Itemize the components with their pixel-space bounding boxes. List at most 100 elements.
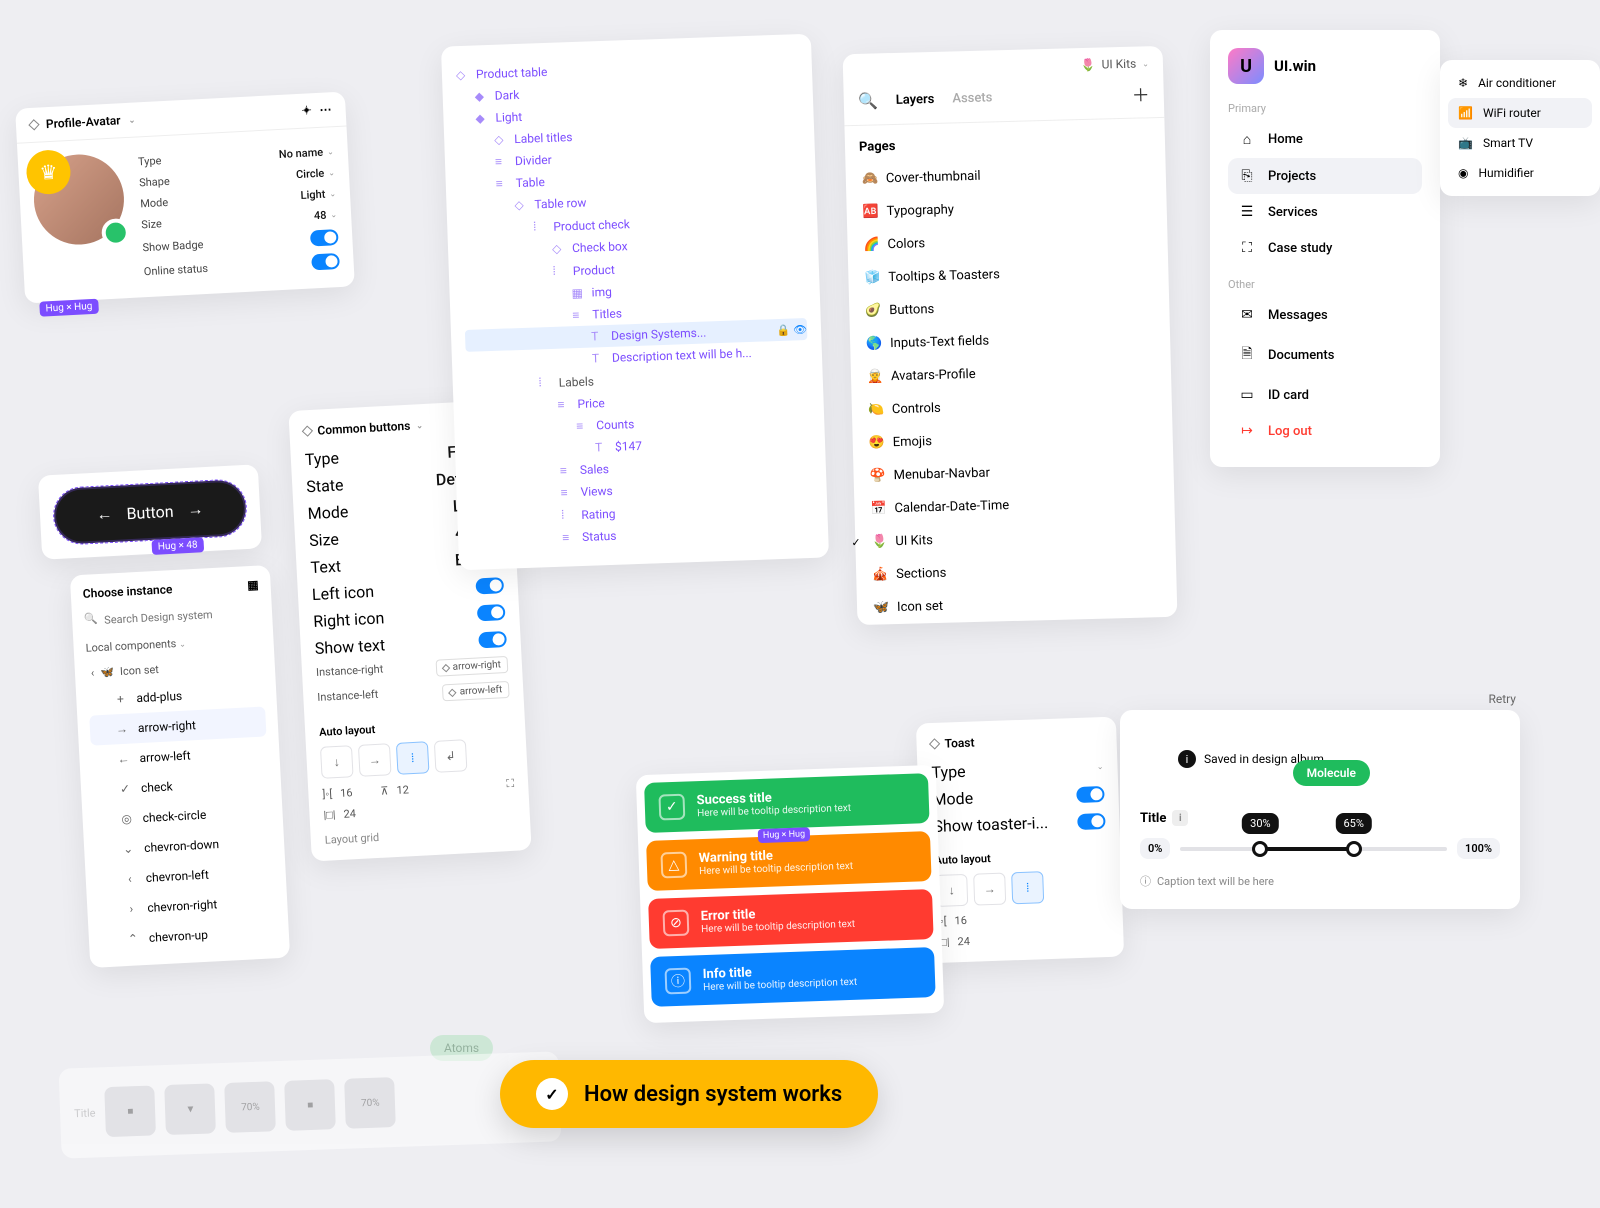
device-item[interactable]: 📶WiFi router xyxy=(1448,98,1592,128)
expand-icon[interactable]: ⛶ xyxy=(506,777,514,791)
gap-value[interactable]: 24 xyxy=(957,935,970,948)
app-logo[interactable]: U UI.win xyxy=(1228,48,1422,84)
sidebar-item-messages[interactable]: ✉Messages xyxy=(1228,297,1422,333)
page-emoji-icon: 🌷 xyxy=(871,534,888,549)
instance-left-select[interactable]: arrow-left xyxy=(442,681,509,701)
app-name: UI.win xyxy=(1274,57,1316,75)
show-toaster-toggle[interactable] xyxy=(1077,813,1106,830)
spacing-v-value[interactable]: 12 xyxy=(396,783,409,797)
left-icon-toggle[interactable] xyxy=(475,577,504,594)
device-item[interactable]: ◉Humidifier xyxy=(1448,158,1592,188)
size-select[interactable]: 48⌄ xyxy=(314,208,338,222)
button-preview[interactable]: ← Button → xyxy=(53,479,248,545)
layout-grid-label[interactable]: Layout grid xyxy=(325,824,517,847)
sidebar-item-home[interactable]: ⌂Home xyxy=(1228,121,1422,158)
sidebar-item-case-study[interactable]: ⛶Case study xyxy=(1228,230,1422,266)
ghost-item: ■ xyxy=(105,1085,157,1137)
type-select[interactable]: No name⌄ xyxy=(279,145,335,161)
nav-icon: ⛶ xyxy=(1238,240,1256,256)
show-text-toggle[interactable] xyxy=(478,630,507,647)
slider-title: Title xyxy=(1140,811,1166,826)
prop-label: Show text xyxy=(314,635,385,658)
mode-select[interactable]: Light⌄ xyxy=(300,187,336,202)
device-icon: 📺 xyxy=(1458,136,1473,150)
logout-icon: ↦ xyxy=(1238,423,1256,439)
uiwin-sidebar: U UI.win Primary ⌂Home⎘Projects☰Services… xyxy=(1210,30,1440,467)
spacing-h-value[interactable]: 16 xyxy=(340,786,353,800)
show-badge-toggle[interactable] xyxy=(310,229,339,246)
instance-right-select[interactable]: arrow-right xyxy=(435,656,508,677)
page-emoji-icon: 🧊 xyxy=(864,270,881,285)
nav-icon: ⌂ xyxy=(1238,131,1256,148)
local-components-label[interactable]: Local components ⌄ xyxy=(85,633,261,655)
al-direction-right[interactable]: → xyxy=(358,743,392,777)
layer-type-icon: ◇ xyxy=(456,68,470,82)
slider-handle-1[interactable] xyxy=(1252,841,1268,857)
visibility-icon[interactable]: 🔒 👁 xyxy=(776,323,807,337)
main-banner[interactable]: ✓ How design system works xyxy=(500,1060,878,1128)
layer-type-icon: T xyxy=(592,351,606,365)
slider-handle-2[interactable] xyxy=(1346,841,1362,857)
search-icon[interactable]: 🔍 xyxy=(858,91,878,111)
al-direction-down[interactable]: ↓ xyxy=(320,745,354,779)
al-wrap[interactable]: ↲ xyxy=(434,739,468,773)
check-circle-icon: ◎ xyxy=(118,811,135,826)
gap-value[interactable]: 24 xyxy=(343,807,356,821)
prop-label: Show toaster-i... xyxy=(933,813,1048,836)
device-item[interactable]: 📺Smart TV xyxy=(1448,128,1592,158)
info-badge-icon[interactable]: i xyxy=(1172,810,1188,826)
sidebar-item-documents[interactable]: 🗎Documents xyxy=(1228,333,1422,377)
nav-icon: ✉ xyxy=(1238,307,1256,323)
chevron-up-icon: ⌃ xyxy=(125,931,142,946)
slider-track[interactable]: 30% 65% xyxy=(1180,847,1447,851)
al-direction-right[interactable]: → xyxy=(973,873,1006,906)
prop-label: Instance-right xyxy=(316,662,384,682)
ghost-toolbar: Title ■ ▼ 70% ■ 70% xyxy=(59,1051,562,1158)
layer-type-icon: ◆ xyxy=(475,111,489,125)
add-plus-icon: + xyxy=(112,692,129,707)
layer-type-icon: ≡ xyxy=(560,463,574,477)
sparkle-icon[interactable]: ✦ xyxy=(301,103,312,118)
instance-picker: Choose instance ▦ Local components ⌄ ‹ 🦋… xyxy=(70,565,290,968)
molecule-pill[interactable]: Molecule xyxy=(1293,760,1370,786)
slider-caption: Caption text will be here xyxy=(1157,875,1274,888)
nav-icon: ⎘ xyxy=(1238,168,1256,184)
retry-button[interactable]: Retry xyxy=(1488,692,1516,706)
right-icon-toggle[interactable] xyxy=(477,604,506,621)
grid-icon[interactable]: ▦ xyxy=(247,578,259,593)
spacing-h-value[interactable]: 16 xyxy=(954,914,967,927)
arrow-right-icon: → xyxy=(187,499,204,520)
page-item[interactable]: 🦋Icon set xyxy=(857,584,1178,625)
hug-badge: Hug × Hug xyxy=(758,827,811,843)
layer-type-icon: ◆ xyxy=(474,89,488,103)
device-item[interactable]: ❄Air conditioner xyxy=(1448,68,1592,98)
al-align-center[interactable]: ⦙ xyxy=(1011,871,1044,904)
tab-layers[interactable]: Layers xyxy=(895,86,934,114)
layer-type-icon: ⦙ xyxy=(533,219,548,234)
toast-success: ✓Success titleHere will be tooltip descr… xyxy=(644,773,930,833)
slider-max: 100% xyxy=(1457,838,1500,859)
al-align-center[interactable]: ⦙ xyxy=(396,741,430,775)
devices-popover: ❄Air conditioner📶WiFi router📺Smart TV◉Hu… xyxy=(1440,60,1600,196)
more-icon[interactable]: ⋯ xyxy=(319,102,332,117)
logout-button[interactable]: ↦Log out xyxy=(1228,413,1422,449)
layer-type-icon: ⦙ xyxy=(553,263,568,278)
file-name[interactable]: 🌷 UI Kits ⌄ xyxy=(1081,56,1150,72)
ghost-title: Title xyxy=(74,1106,96,1120)
tab-assets[interactable]: Assets xyxy=(952,84,993,112)
online-status-toggle[interactable] xyxy=(311,253,340,270)
prop-label: Type xyxy=(931,762,966,782)
shape-select[interactable]: Circle⌄ xyxy=(296,166,336,181)
section-other: Other xyxy=(1228,278,1422,291)
gap-icon: |□| xyxy=(323,808,336,822)
layer-type-icon: ⦙ xyxy=(539,375,554,390)
add-page-icon[interactable]: ＋ xyxy=(1131,81,1150,107)
sidebar-item-services[interactable]: ☰Services xyxy=(1228,194,1422,230)
search-input[interactable] xyxy=(84,600,261,634)
mode-toggle[interactable] xyxy=(1076,786,1105,803)
sidebar-item-projects[interactable]: ⎘Projects xyxy=(1228,158,1422,194)
sidebar-item-id-card[interactable]: ▭ID card xyxy=(1228,377,1422,413)
toast-title: Toast xyxy=(944,736,974,751)
page-emoji-icon: 📅 xyxy=(870,501,887,516)
chevron-down-icon[interactable]: ⌄ xyxy=(128,115,135,124)
